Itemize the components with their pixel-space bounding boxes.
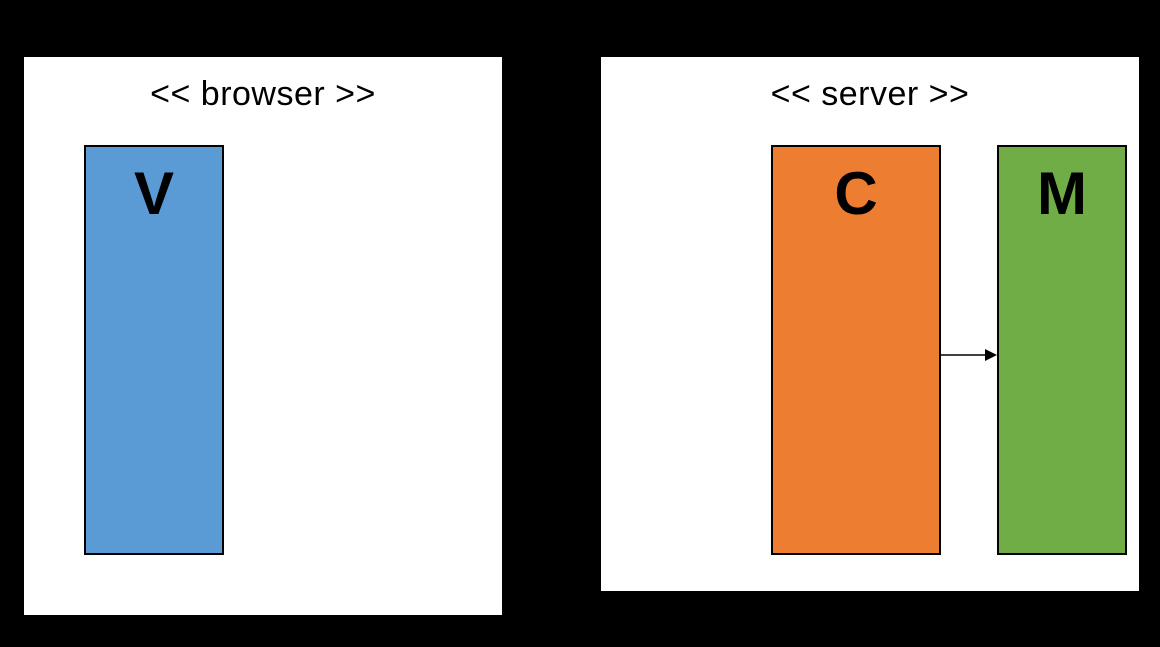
controller-box: C	[771, 145, 941, 555]
view-box-label: V	[134, 160, 174, 227]
controller-box-label: C	[834, 160, 877, 227]
server-panel-title: << server >>	[601, 57, 1139, 114]
browser-panel: << browser >> V	[23, 56, 503, 616]
browser-panel-title: << browser >>	[24, 57, 502, 114]
model-box-label: M	[1037, 160, 1087, 227]
view-box: V	[84, 145, 224, 555]
controller-to-model-arrow-icon	[941, 345, 997, 365]
model-box: M	[997, 145, 1127, 555]
server-panel: << server >> C M	[600, 56, 1140, 592]
